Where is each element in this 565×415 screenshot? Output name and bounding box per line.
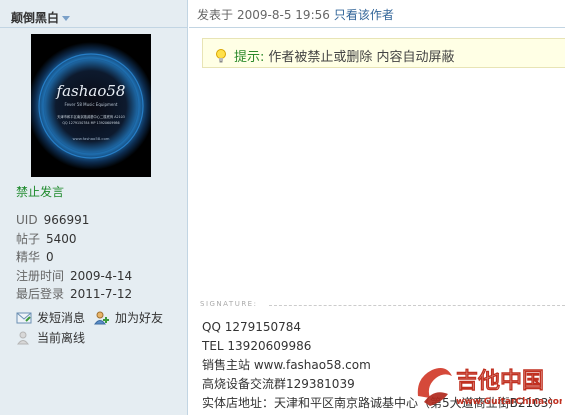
author-sidebar: 颠倒黑白 fashao58 Fever 58 Music Equipment 天… (0, 0, 188, 415)
stat-posts: 帖子 5400 (16, 230, 132, 249)
posted-prefix: 发表于 (197, 8, 234, 22)
notice-label: 提示: (234, 50, 265, 65)
stat-label: UID (16, 213, 38, 227)
avatar-contact: QQ 1279150784 MP 13920609986 (62, 121, 119, 125)
mail-icon (16, 311, 32, 325)
post-date: 2009-8-5 19:56 (237, 8, 330, 22)
send-message-button[interactable]: 发短消息 (16, 309, 85, 326)
stat-uid: UID 966991 (16, 211, 132, 230)
lightbulb-icon (215, 49, 227, 63)
author-name: 颠倒黑白 (11, 11, 60, 25)
post-body: 发表于 2009-8-5 19:56 只看该作者 提示: 作者被禁止或删除 内容自动屏… (189, 0, 565, 415)
signature-divider (269, 305, 565, 306)
online-status: 当前离线 (16, 329, 85, 346)
site-watermark: 吉他中国 www.GuitarChina.com (412, 358, 565, 413)
stat-value: 2011-7-12 (70, 287, 133, 301)
user-add-icon (94, 311, 110, 325)
add-friend-button[interactable]: 加为好友 (94, 309, 163, 326)
user-offline-icon (16, 331, 32, 345)
stat-value[interactable]: 0 (46, 250, 54, 264)
signature-line: TEL 13920609986 (202, 339, 312, 353)
stat-last-login: 最后登录 2011-7-12 (16, 285, 132, 304)
avatar-tagline: Fever 58 Music Equipment (64, 102, 117, 107)
stat-label: 注册时间 (16, 268, 65, 283)
avatar[interactable]: fashao58 Fever 58 Music Equipment 天津市和平区… (31, 34, 151, 177)
avatar-address: 天津市和平区南京路诚基中心二楼底商 A2103 (57, 114, 125, 119)
watermark-name: 吉他中国 (456, 368, 544, 394)
signature-line: QQ 1279150784 (202, 320, 302, 334)
online-status-label: 当前离线 (37, 331, 86, 345)
signature-label: SIGNATURE: (200, 300, 258, 308)
add-friend-label: 加为好友 (115, 311, 164, 325)
stat-label: 精华 (16, 250, 41, 264)
author-name-link[interactable]: 颠倒黑白 (11, 11, 71, 25)
notice-text: 作者被禁止或删除 内容自动屏蔽 (268, 50, 455, 65)
stat-value[interactable]: 5400 (46, 232, 77, 246)
watermark-url: www.GuitarChina.com (456, 397, 562, 407)
stat-value: 2009-4-14 (70, 268, 133, 283)
user-stats: UID 966991 帖子 5400 精华 0 注册时间 2009-4-14 最后登录 2… (16, 211, 132, 304)
avatar-site: www.fashao58.com (72, 136, 109, 141)
author-only-link[interactable]: 只看该作者 (334, 8, 394, 22)
stat-registered: 注册时间 2009-4-14 (16, 267, 132, 286)
stat-label: 最后登录 (16, 287, 65, 301)
user-status: 禁止发言 (16, 185, 65, 199)
send-message-label: 发短消息 (37, 311, 86, 325)
chevron-down-icon[interactable] (62, 16, 71, 21)
stat-label: 帖子 (16, 231, 41, 246)
stat-digest: 精华 0 (16, 248, 132, 267)
blocked-notice: 提示: 作者被禁止或删除 内容自动屏蔽 (202, 38, 565, 68)
author-header: 颠倒黑白 (0, 0, 187, 28)
stat-value[interactable]: 966991 (44, 213, 90, 227)
post-meta: 发表于 2009-8-5 19:56 只看该作者 (189, 0, 565, 28)
avatar-brand: fashao58 (56, 82, 126, 100)
